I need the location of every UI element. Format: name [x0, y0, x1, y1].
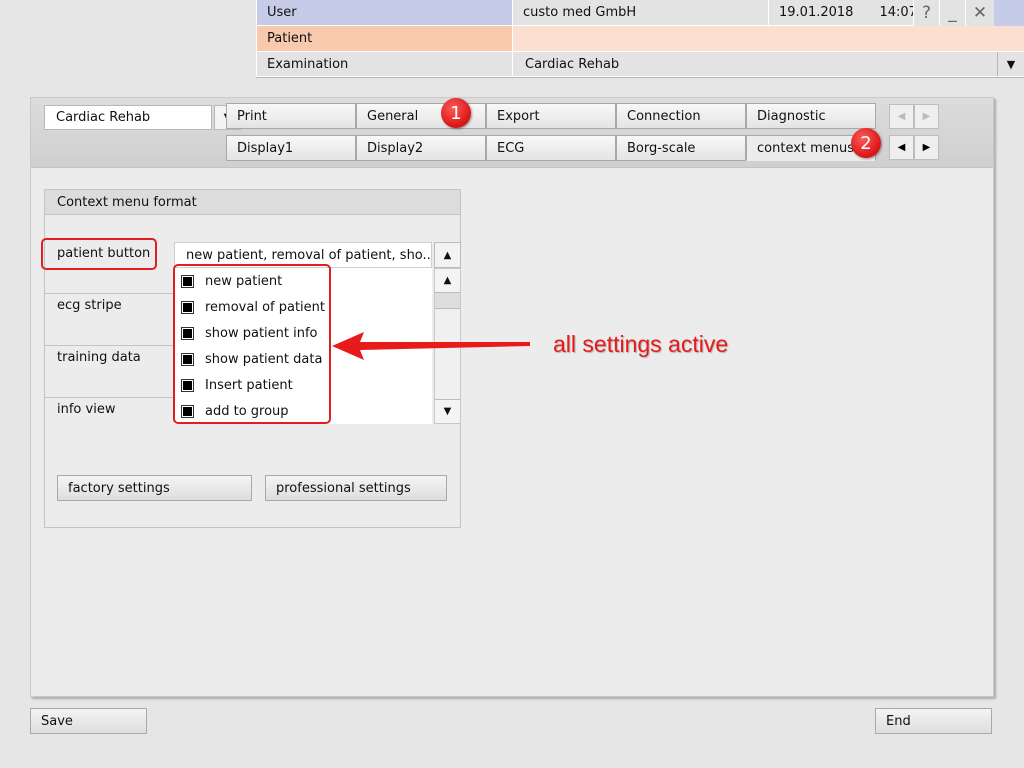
tabs-row1-next-button[interactable]: ▶: [914, 104, 939, 129]
close-button[interactable]: ✕: [965, 0, 994, 26]
patient-value[interactable]: [512, 26, 1024, 52]
tabs-row2-prev-button[interactable]: ◀: [889, 135, 914, 160]
option-ecg-stripe[interactable]: ecg stripe: [57, 298, 122, 313]
row-divider: [45, 397, 174, 398]
patient-button-collapse-button[interactable]: ▲: [434, 242, 461, 268]
date-time: 19.01.2018 14:07: [768, 0, 917, 26]
tab-display2[interactable]: Display2: [356, 135, 486, 161]
user-value: custo med GmbH: [512, 0, 768, 26]
annotation-text: all settings active: [553, 331, 729, 357]
minimize-icon: _: [948, 3, 957, 23]
header-user-row: User custo med GmbH 19.01.2018 14:07 ? _…: [256, 0, 1024, 26]
tab-print[interactable]: Print: [226, 103, 356, 129]
chevron-up-icon: ▲: [443, 249, 452, 261]
header-patient-row: Patient: [256, 26, 1024, 52]
save-button[interactable]: Save: [30, 708, 147, 734]
tab-connection[interactable]: Connection: [616, 103, 746, 129]
examination-label: Examination: [256, 52, 512, 77]
chevron-left-icon: ◀: [897, 142, 906, 153]
scroll-down-button[interactable]: ▼: [435, 399, 460, 423]
examination-value[interactable]: Cardiac Rehab: [512, 52, 997, 77]
tab-ecg[interactable]: ECG: [486, 135, 616, 161]
professional-settings-button[interactable]: professional settings: [265, 475, 447, 501]
chevron-left-icon: ◀: [897, 111, 906, 122]
row-divider: [45, 293, 174, 294]
header-examination-row: Examination Cardiac Rehab ▼: [256, 52, 1024, 78]
profile-select[interactable]: Cardiac Rehab: [44, 105, 212, 130]
end-button[interactable]: End: [875, 708, 992, 734]
user-label: User: [256, 0, 512, 26]
scroll-up-button[interactable]: ▲: [435, 269, 460, 293]
chevron-up-icon: ▲: [443, 275, 452, 286]
minimize-button[interactable]: _: [939, 0, 965, 26]
scroll-thumb[interactable]: [435, 293, 460, 309]
factory-settings-button[interactable]: factory settings: [57, 475, 252, 501]
tabs-row1-prev-button[interactable]: ◀: [889, 104, 914, 129]
tab-borg-scale[interactable]: Borg-scale: [616, 135, 746, 161]
tab-diagnostic[interactable]: Diagnostic: [746, 103, 876, 129]
tabs-row2-next-button[interactable]: ▶: [914, 135, 939, 160]
option-info-view[interactable]: info view: [57, 402, 115, 417]
help-button[interactable]: ?: [913, 0, 939, 26]
chevron-down-icon: ▼: [443, 406, 452, 417]
option-training-data[interactable]: training data: [57, 350, 141, 365]
help-icon: ?: [921, 3, 932, 23]
chevron-right-icon: ▶: [922, 111, 931, 122]
tab-bar: Cardiac Rehab ▼ Print General Export Con…: [31, 98, 993, 168]
time-text: 14:07: [879, 5, 917, 20]
highlight-settings-list: [173, 264, 331, 424]
close-icon: ✕: [972, 3, 988, 23]
date-text: 19.01.2018: [779, 5, 854, 20]
row-divider: [45, 345, 174, 346]
chevron-down-icon: ▼: [1006, 57, 1016, 71]
tab-export[interactable]: Export: [486, 103, 616, 129]
step-badge-2: 2: [851, 128, 881, 158]
patient-label[interactable]: Patient: [256, 26, 512, 52]
step-badge-1: 1: [441, 98, 471, 128]
tab-display1[interactable]: Display1: [226, 135, 356, 161]
highlight-patient-button: [41, 238, 157, 270]
annotation-arrow-icon: [332, 332, 530, 360]
section-title: Context menu format: [45, 190, 460, 215]
examination-dropdown-button[interactable]: ▼: [997, 52, 1024, 77]
chevron-right-icon: ▶: [922, 142, 931, 153]
